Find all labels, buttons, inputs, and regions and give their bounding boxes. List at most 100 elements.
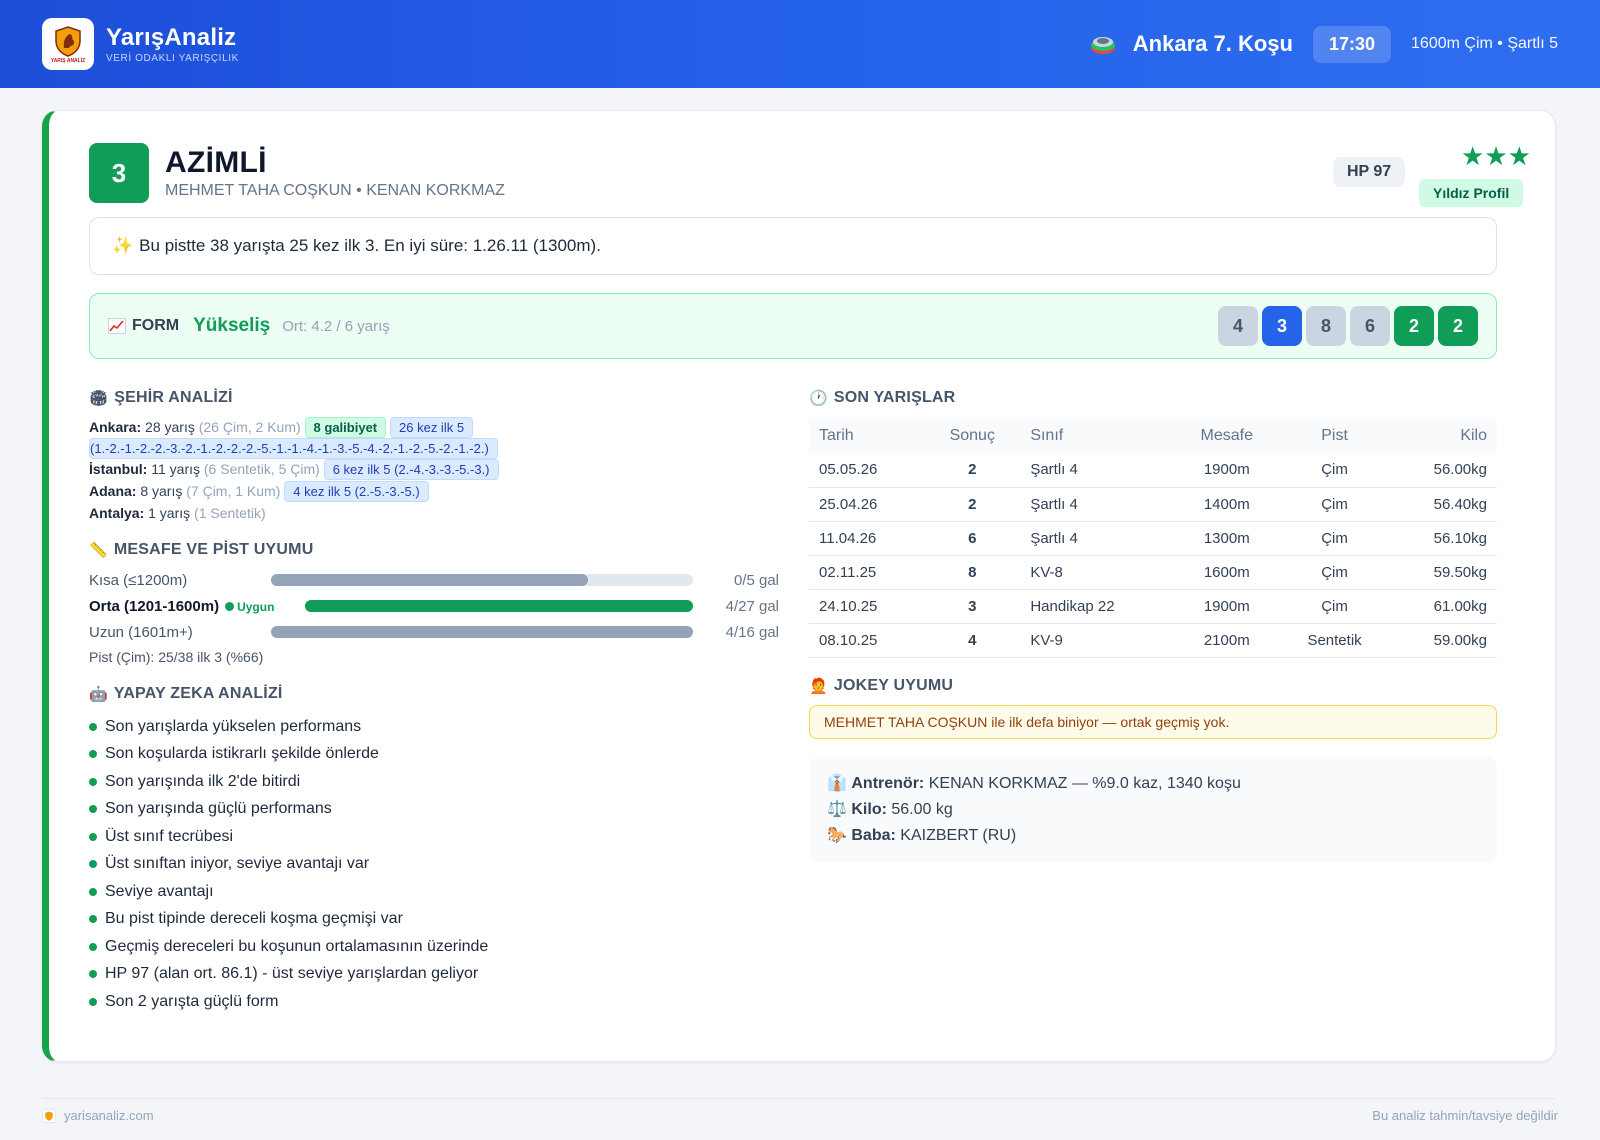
ai-insight-list: Son yarışlarda yükselen performans Son ko… bbox=[89, 713, 488, 1016]
table-row[interactable]: 11.04.26 6 Şartlı 4 1300m Çim 56.10kg bbox=[809, 521, 1497, 556]
ai-insight-item: Son yarışında ilk 2'de bitirdi bbox=[89, 768, 488, 796]
race-cell-kg: 59.50kg bbox=[1389, 555, 1497, 590]
col-track: Pist bbox=[1280, 419, 1390, 453]
ai-analysis-title: 🤖 YAPAY ZEKA ANALİZİ bbox=[89, 685, 283, 703]
logo-text: YARIŞ ANALİZ bbox=[50, 57, 86, 64]
distance-bar bbox=[271, 626, 693, 638]
table-header-row: Tarih Sonuç Sınıf Mesafe Pist Kilo bbox=[809, 419, 1497, 453]
chart-up-icon bbox=[108, 318, 126, 334]
city-row-ankara: Ankara: 28 yarış (26 Çim, 2 Kum) 8 galib… bbox=[89, 417, 789, 459]
footer-site[interactable]: yarisanaliz.com bbox=[42, 1108, 154, 1123]
race-cell-date: 05.05.26 bbox=[809, 453, 925, 488]
race-cell-pos: 4 bbox=[924, 623, 1021, 658]
brand-logo[interactable]: YARIŞ ANALİZ bbox=[42, 18, 94, 70]
col-result: Sonuç bbox=[924, 419, 1021, 453]
ai-insight-item: Son yarışlarda yükselen performans bbox=[89, 713, 488, 741]
race-cell-date: 24.10.25 bbox=[809, 589, 925, 624]
sparkles-icon: ✨ bbox=[112, 236, 134, 255]
race-title: Ankara 7. Koşu bbox=[1132, 31, 1293, 56]
ai-insight-item: Seviye avantajı bbox=[89, 878, 488, 906]
ai-insight-item: Son yarışında güçlü performans bbox=[89, 796, 488, 824]
distance-title: 📏 MESAFE VE PİST UYUMU bbox=[89, 541, 314, 559]
distance-bar bbox=[305, 600, 693, 612]
horse-card: 3 AZİMLİ MEHMET TAHA COŞKUN • KENAN KORK… bbox=[42, 110, 1556, 1062]
col-class: Sınıf bbox=[1020, 419, 1174, 453]
ruler-icon: 📏 bbox=[89, 542, 108, 559]
bullet-dot-icon bbox=[89, 942, 97, 951]
race-cell-dist: 1600m bbox=[1173, 555, 1281, 590]
top-header: YARIŞ ANALİZ YarışAnaliz VERİ ODAKLI YAR… bbox=[0, 0, 1600, 88]
race-cell-kg: 59.00kg bbox=[1389, 623, 1497, 658]
star-profile-badge: Yıldız Profil bbox=[1419, 179, 1524, 207]
table-row[interactable]: 25.04.26 2 Şartlı 4 1400m Çim 56.40kg bbox=[809, 487, 1497, 522]
tie-icon: 👔 bbox=[827, 775, 847, 792]
table-row[interactable]: 08.10.25 4 KV-9 2100m Sentetik 59.00kg bbox=[809, 623, 1497, 658]
brand-subtitle: VERİ ODAKLI YARIŞÇILIK bbox=[106, 53, 239, 64]
col-date: Tarih bbox=[809, 419, 925, 453]
scale-icon: ⚖️ bbox=[827, 801, 847, 818]
footer-divider bbox=[42, 1098, 1556, 1099]
race-cell-track: Çim bbox=[1280, 589, 1390, 624]
jockey-icon: 🧑‍🦰 bbox=[809, 678, 828, 695]
top5-tag: 6 kez ilk 5 (2.-4.-3.-3.-5.-3.) bbox=[323, 459, 499, 480]
race-cell-dist: 1900m bbox=[1173, 453, 1281, 488]
race-cell-cls: Şartlı 4 bbox=[1020, 453, 1174, 488]
horse-icon: 🐎 bbox=[827, 827, 847, 844]
weight-line: ⚖️ Kilo: 56.00 kg bbox=[827, 801, 953, 818]
race-cell-track: Çim bbox=[1280, 453, 1390, 488]
track-highlight: ✨ Bu pistte 38 yarışta 25 kez ilk 3. En … bbox=[89, 217, 1497, 275]
ai-insight-item: Son 2 yarışta güçlü form bbox=[89, 988, 488, 1016]
clock-icon: 🕐 bbox=[809, 390, 828, 407]
jockey-trainer: MEHMET TAHA COŞKUN • KENAN KORKMAZ bbox=[165, 182, 505, 199]
race-cell-track: Sentetik bbox=[1280, 623, 1390, 658]
form-result-chip: 2 bbox=[1438, 306, 1478, 346]
distance-row-short: Kısa (≤1200m) 0/5 gal bbox=[89, 571, 779, 589]
bullet-dot-icon bbox=[89, 860, 97, 869]
bullet-dot-icon bbox=[89, 915, 97, 924]
race-cell-dist: 1300m bbox=[1173, 521, 1281, 556]
race-cell-cls: KV-8 bbox=[1020, 555, 1174, 590]
race-cell-pos: 2 bbox=[924, 487, 1021, 522]
race-cell-date: 02.11.25 bbox=[809, 555, 925, 590]
race-cell-pos: 8 bbox=[924, 555, 1021, 590]
suitable-badge: Uygun bbox=[225, 600, 274, 614]
race-cell-pos: 2 bbox=[924, 453, 1021, 488]
form-trend: Yükseliş bbox=[193, 315, 271, 336]
race-cell-dist: 1900m bbox=[1173, 589, 1281, 624]
form-result-chip: 2 bbox=[1394, 306, 1434, 346]
race-meta: 1600m Çim • Şartlı 5 bbox=[1411, 35, 1558, 52]
table-row[interactable]: 05.05.26 2 Şartlı 4 1900m Çim 56.00kg bbox=[809, 453, 1497, 488]
footer-disclaimer: Bu analiz tahmin/tavsiye değildir bbox=[1372, 1108, 1558, 1123]
city-row-adana: Adana: 8 yarış (7 Çim, 1 Kum) 4 kez ilk … bbox=[89, 481, 789, 502]
wins-tag: 8 galibiyet bbox=[304, 417, 387, 438]
form-result-chip: 4 bbox=[1218, 306, 1258, 346]
bullet-dot-icon bbox=[89, 750, 97, 759]
stadium-icon: 🏟 bbox=[89, 390, 109, 407]
ai-insight-item: Geçmiş dereceleri bu koşunun ortalamasın… bbox=[89, 933, 488, 961]
jockey-fit-title: 🧑‍🦰 JOKEY UYUMU bbox=[809, 677, 954, 695]
bullet-dot-icon bbox=[89, 997, 97, 1006]
race-cell-kg: 61.00kg bbox=[1389, 589, 1497, 624]
recent-races-title: 🕐 SON YARIŞLAR bbox=[809, 389, 956, 407]
form-result-chip: 8 bbox=[1306, 306, 1346, 346]
table-row[interactable]: 24.10.25 3 Handikap 22 1900m Çim 61.00kg bbox=[809, 589, 1497, 624]
horse-info: 👔 Antrenör: KENAN KORKMAZ — %9.0 kaz, 13… bbox=[809, 757, 1497, 863]
race-cell-cls: Handikap 22 bbox=[1020, 589, 1174, 624]
distance-bar bbox=[271, 574, 693, 586]
sire-line: 🐎 Baba: KAIZBERT (RU) bbox=[827, 827, 1017, 844]
race-cell-pos: 6 bbox=[924, 521, 1021, 556]
race-cell-kg: 56.00kg bbox=[1389, 453, 1497, 488]
brand: YarışAnaliz VERİ ODAKLI YARIŞÇILIK bbox=[106, 24, 239, 64]
race-cell-track: Çim bbox=[1280, 555, 1390, 590]
ai-insight-item: Son koşularda istikrarlı şekilde önlerde bbox=[89, 741, 488, 769]
form-average: Ort: 4.2 / 6 yarış bbox=[282, 317, 390, 335]
race-cell-pos: 3 bbox=[924, 589, 1021, 624]
horse-name: AZİMLİ bbox=[165, 146, 267, 179]
race-cell-cls: Şartlı 4 bbox=[1020, 521, 1174, 556]
race-cell-date: 08.10.25 bbox=[809, 623, 925, 658]
col-weight: Kilo bbox=[1389, 419, 1497, 453]
race-cell-kg: 56.40kg bbox=[1389, 487, 1497, 522]
robot-icon: 🤖 bbox=[89, 686, 108, 703]
recent-races-table: Tarih Sonuç Sınıf Mesafe Pist Kilo 05.05… bbox=[809, 419, 1497, 658]
table-row[interactable]: 02.11.25 8 KV-8 1600m Çim 59.50kg bbox=[809, 555, 1497, 590]
